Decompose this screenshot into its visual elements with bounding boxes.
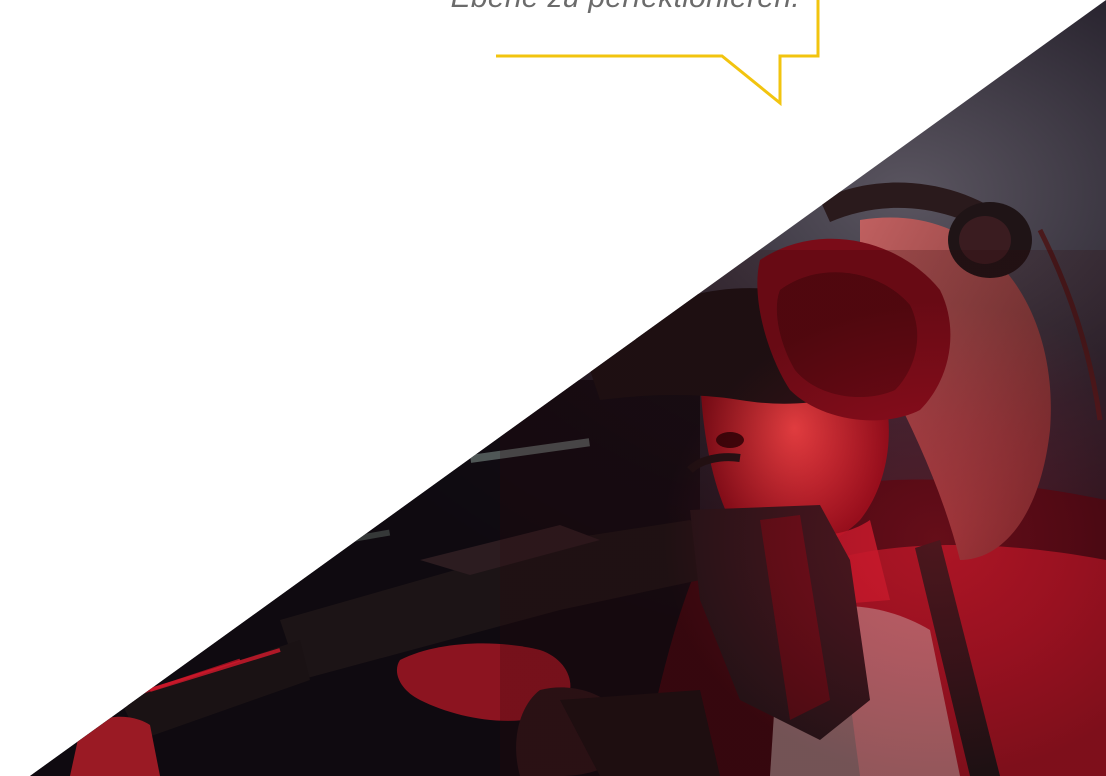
quote-text: Ebene zu perfektionieren.	[300, 0, 800, 18]
page: Ebene zu perfektionieren.	[0, 0, 1106, 776]
vr-player-photo	[30, 0, 1106, 776]
